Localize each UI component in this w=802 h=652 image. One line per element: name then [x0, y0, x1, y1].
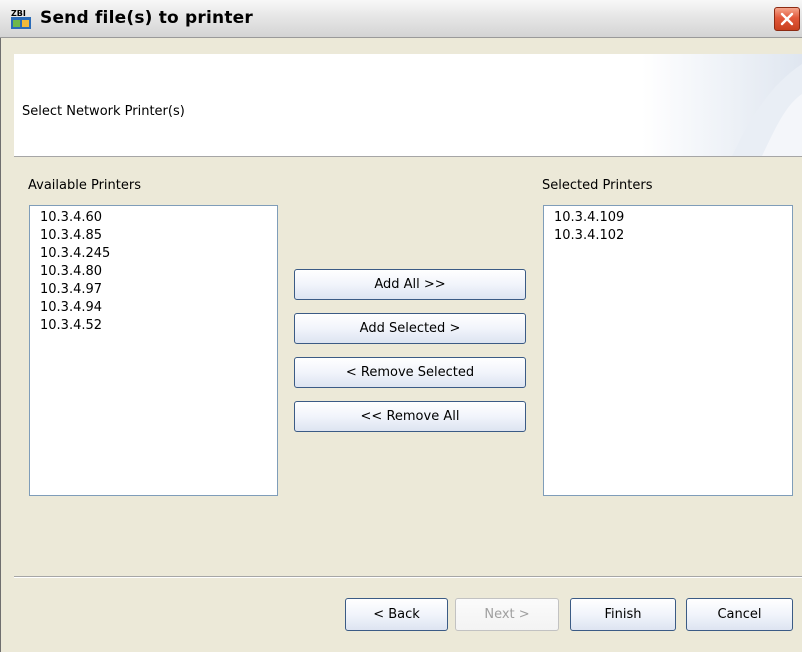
list-item[interactable]: 10.3.4.109	[554, 209, 792, 227]
title-bar[interactable]: ZBI Send file(s) to printer	[0, 0, 802, 38]
list-item[interactable]: 10.3.4.97	[40, 281, 277, 299]
list-item[interactable]: 10.3.4.52	[40, 317, 277, 335]
list-item[interactable]: 10.3.4.94	[40, 299, 277, 317]
svg-text:ZBI: ZBI	[11, 9, 26, 18]
available-printers-label: Available Printers	[28, 178, 141, 193]
zbi-app-icon: ZBI	[11, 9, 31, 29]
close-button[interactable]	[774, 7, 800, 31]
list-item[interactable]: 10.3.4.102	[554, 227, 792, 245]
instruction-text: Select Network Printer(s)	[22, 104, 185, 119]
close-icon	[780, 12, 794, 26]
header-decoration	[642, 54, 802, 156]
remove-selected-button[interactable]: < Remove Selected	[294, 357, 526, 388]
header-divider	[14, 156, 802, 157]
wizard-window: ZBI Send file(s) to printer Select Netwo…	[0, 0, 802, 652]
add-selected-button[interactable]: Add Selected >	[294, 313, 526, 344]
selected-printers-label: Selected Printers	[542, 178, 653, 193]
cancel-button[interactable]: Cancel	[686, 598, 793, 631]
list-item[interactable]: 10.3.4.245	[40, 245, 277, 263]
available-printers-list[interactable]: 10.3.4.60 10.3.4.85 10.3.4.245 10.3.4.80…	[29, 205, 278, 496]
wizard-header: Select Network Printer(s)	[14, 54, 802, 156]
back-button[interactable]: < Back	[345, 598, 448, 631]
selected-printers-list[interactable]: 10.3.4.109 10.3.4.102	[543, 205, 793, 496]
footer-divider-highlight	[14, 577, 802, 578]
window-left-border	[0, 38, 14, 652]
window-title: Send file(s) to printer	[40, 8, 253, 28]
remove-all-button[interactable]: << Remove All	[294, 401, 526, 432]
list-item[interactable]: 10.3.4.60	[40, 209, 277, 227]
add-all-button[interactable]: Add All >>	[294, 269, 526, 300]
list-item[interactable]: 10.3.4.80	[40, 263, 277, 281]
list-item[interactable]: 10.3.4.85	[40, 227, 277, 245]
finish-button[interactable]: Finish	[570, 598, 676, 631]
next-button[interactable]: Next >	[455, 598, 559, 631]
